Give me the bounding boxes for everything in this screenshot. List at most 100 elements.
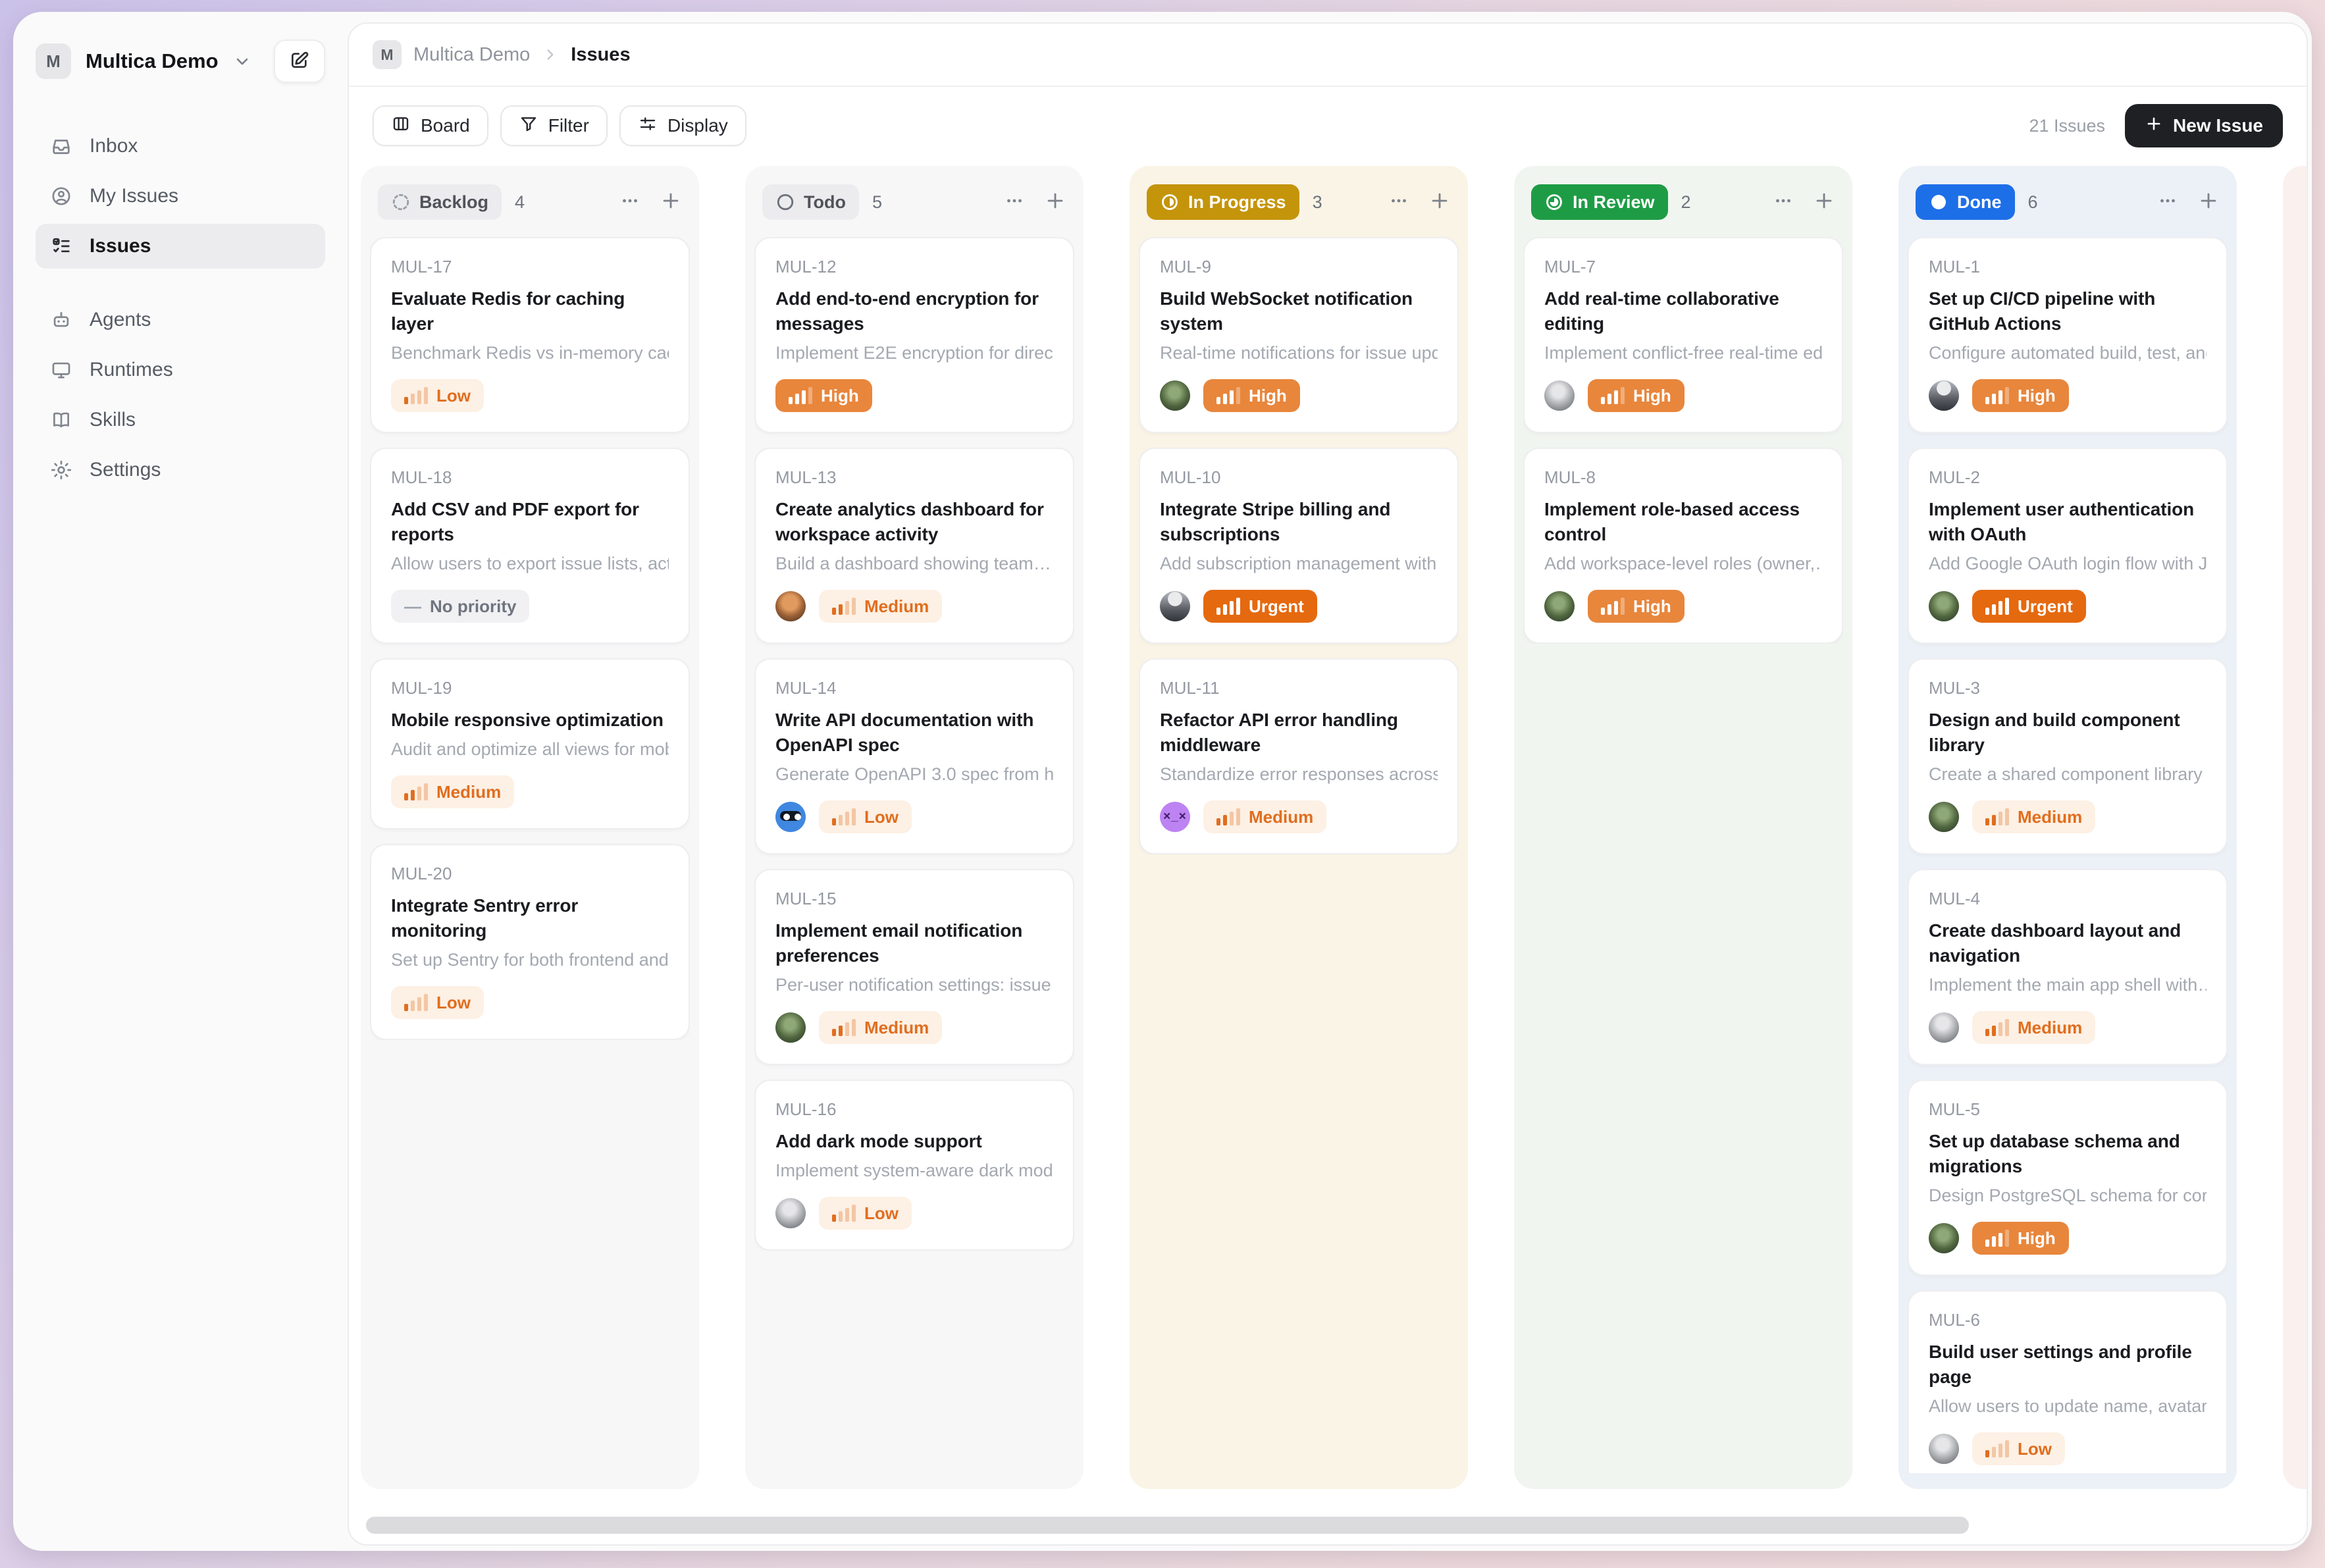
priority-label: High (821, 386, 859, 406)
issue-card[interactable]: MUL-20 Integrate Sentry error monitoring… (370, 844, 690, 1040)
issues-count: 21 Issues (2029, 116, 2105, 136)
issue-card[interactable]: MUL-9 Build WebSocket notification syste… (1139, 237, 1459, 433)
status-label: Done (1957, 192, 2002, 213)
column-more-button[interactable] (2156, 190, 2179, 215)
column-count: 2 (1681, 192, 1691, 213)
horizontal-scrollbar-thumb[interactable] (366, 1517, 1969, 1534)
issue-footer: Medium (775, 590, 1053, 623)
priority-bars-icon (1985, 808, 2009, 825)
issue-card[interactable]: MUL-13 Create analytics dashboard for wo… (754, 448, 1074, 644)
column-cards: MUL-1 Set up CI/CD pipeline with GitHub … (1908, 237, 2228, 1473)
new-issue-button[interactable]: New Issue (2125, 104, 2283, 147)
priority-bars-icon (404, 783, 428, 800)
priority-bars-icon (832, 598, 856, 615)
assignee-avatar (1929, 802, 1959, 832)
issue-card[interactable]: MUL-2 Implement user authentication with… (1908, 448, 2228, 644)
issue-card[interactable]: MUL-18 Add CSV and PDF export for report… (370, 448, 690, 644)
issue-card[interactable]: MUL-19 Mobile responsive optimization Au… (370, 658, 690, 829)
issue-title: Set up database schema and migrations (1929, 1129, 2207, 1179)
issue-title: Mobile responsive optimization (391, 708, 669, 733)
column-more-button[interactable] (619, 190, 641, 215)
issue-description: Allow users to update name, avatar,… (1929, 1396, 2207, 1417)
issue-footer: High (1544, 379, 1822, 412)
issue-description: Configure automated build, test, and… (1929, 343, 2207, 363)
column-actions (2156, 190, 2220, 215)
issue-card[interactable]: MUL-17 Evaluate Redis for caching layer … (370, 237, 690, 433)
new-issue-label: New Issue (2173, 115, 2263, 136)
sidebar-item-runtimes[interactable]: Runtimes (36, 348, 325, 392)
issue-description: Implement system-aware dark mode… (775, 1161, 1053, 1181)
issue-footer: Medium (391, 775, 669, 808)
priority-label: Medium (864, 596, 929, 617)
column-header: Done 6 (1908, 182, 2228, 220)
column-add-issue-button[interactable] (1813, 190, 1835, 215)
issue-description: Audit and optimize all views for mobile… (391, 739, 669, 760)
issue-card[interactable]: MUL-8 Implement role-based access contro… (1523, 448, 1843, 644)
chevron-down-icon (233, 52, 251, 70)
column-add-issue-button[interactable] (2197, 190, 2220, 215)
column-more-button[interactable] (1003, 190, 1026, 215)
filter-button[interactable]: Filter (500, 105, 608, 146)
priority-badge: High (1972, 379, 2069, 412)
column-cards: MUL-12 Add end-to-end encryption for mes… (754, 237, 1074, 1251)
priority-label: No priority (430, 596, 516, 617)
filter-label: Filter (548, 115, 589, 136)
priority-label: Medium (864, 1018, 929, 1038)
in-progress-circle-icon (1160, 192, 1180, 212)
sidebar-item-agents[interactable]: Agents (36, 298, 325, 342)
issue-id: MUL-16 (775, 1099, 1053, 1120)
issue-footer: Low (775, 800, 1053, 833)
column-more-button[interactable] (1388, 190, 1410, 215)
column-add-issue-button[interactable] (1428, 190, 1451, 215)
board-view-button[interactable]: Board (373, 105, 488, 146)
issue-card[interactable]: MUL-6 Build user settings and profile pa… (1908, 1290, 2228, 1473)
issue-id: MUL-2 (1929, 467, 2207, 488)
sidebar-item-skills[interactable]: Skills (36, 398, 325, 442)
status-pill: In Progress (1147, 184, 1299, 220)
issue-card[interactable]: MUL-15 Implement email notification pref… (754, 869, 1074, 1065)
no-priority-dash-icon: — (404, 598, 421, 615)
issue-card[interactable]: MUL-14 Write API documentation with Open… (754, 658, 1074, 854)
priority-badge: High (775, 379, 872, 412)
issue-id: MUL-19 (391, 678, 669, 698)
issue-footer: Low (391, 379, 669, 412)
issue-card[interactable]: MUL-7 Add real-time collaborative editin… (1523, 237, 1843, 433)
column-add-issue-button[interactable] (1044, 190, 1066, 215)
assignee-avatar (1544, 591, 1575, 621)
column-more-button[interactable] (1772, 190, 1794, 215)
display-button[interactable]: Display (619, 105, 746, 146)
priority-bars-icon (1216, 598, 1240, 615)
issue-id: MUL-8 (1544, 467, 1822, 488)
sidebar-item-settings[interactable]: Settings (36, 448, 325, 492)
issue-footer: Medium (1929, 1011, 2207, 1044)
priority-badge: Urgent (1972, 590, 2086, 623)
column-header: In Progress 3 (1139, 182, 1459, 220)
issue-title: Integrate Stripe billing and subscriptio… (1160, 497, 1438, 547)
column-canceled (2283, 166, 2307, 1489)
issue-id: MUL-3 (1929, 678, 2207, 698)
column-add-issue-button[interactable] (660, 190, 682, 215)
issue-description: Set up Sentry for both frontend and… (391, 950, 669, 970)
issue-card[interactable]: MUL-3 Design and build component library… (1908, 658, 2228, 854)
issue-footer: High (1160, 379, 1438, 412)
issue-card[interactable]: MUL-4 Create dashboard layout and naviga… (1908, 869, 2228, 1065)
sidebar-item-inbox[interactable]: Inbox (36, 124, 325, 169)
issue-card[interactable]: MUL-1 Set up CI/CD pipeline with GitHub … (1908, 237, 2228, 433)
priority-badge: Low (391, 379, 484, 412)
issue-title: Create analytics dashboard for workspace… (775, 497, 1053, 547)
new-issue-compose-button[interactable] (274, 39, 325, 83)
sidebar-item-issues[interactable]: Issues (36, 224, 325, 269)
issue-card[interactable]: MUL-16 Add dark mode support Implement s… (754, 1080, 1074, 1251)
column-actions (1003, 190, 1066, 215)
breadcrumb-workspace[interactable]: Multica Demo (413, 44, 530, 66)
issue-title: Implement email notification preferences (775, 918, 1053, 968)
issue-card[interactable]: MUL-10 Integrate Stripe billing and subs… (1139, 448, 1459, 644)
issue-card[interactable]: MUL-12 Add end-to-end encryption for mes… (754, 237, 1074, 433)
issue-footer: High (775, 379, 1053, 412)
priority-badge: Urgent (1203, 590, 1317, 623)
issue-title: Create dashboard layout and navigation (1929, 918, 2207, 968)
workspace-switcher[interactable]: M Multica Demo (36, 39, 325, 83)
issue-card[interactable]: MUL-5 Set up database schema and migrati… (1908, 1080, 2228, 1276)
issue-card[interactable]: MUL-11 Refactor API error handling middl… (1139, 658, 1459, 854)
sidebar-item-my-issues[interactable]: My Issues (36, 174, 325, 219)
